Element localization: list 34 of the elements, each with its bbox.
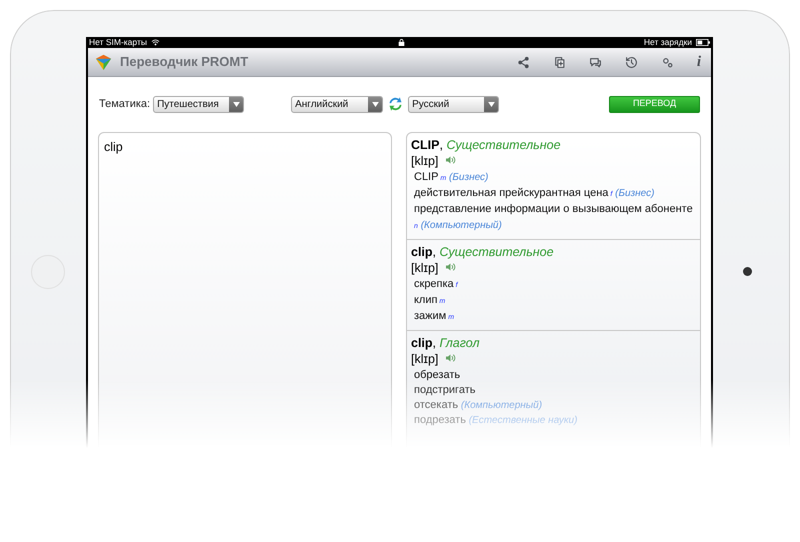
entry-heading: CLIP, Существительное [411, 137, 562, 153]
topic-label: Тематика: [99, 96, 150, 112]
caret-icon [232, 102, 240, 106]
history-icon[interactable] [624, 56, 638, 68]
swap-icon[interactable] [387, 94, 404, 114]
speaker-icon[interactable] [444, 260, 456, 272]
app-title: Переводчик PROMT [120, 53, 248, 72]
entry-heading: clip, Существительное [411, 244, 555, 260]
transcription: [klɪp] [411, 260, 438, 278]
translation-line: отсекать (Компьютерный) [413, 398, 544, 413]
translation-line: подстригать [413, 383, 476, 398]
chat-icon[interactable] [588, 56, 602, 68]
translation-line: подрезать (Естественные науки) [413, 413, 578, 428]
settings-icon[interactable] [660, 56, 674, 68]
caret-icon [488, 102, 495, 106]
transcription: [klɪp] [411, 351, 438, 368]
target-language-select[interactable]: Русский [408, 96, 500, 112]
info-button[interactable]: i [696, 54, 701, 70]
source-language-select[interactable]: Английский [291, 96, 384, 112]
lock-icon [398, 39, 406, 46]
battery-label: Нет зарядки [644, 36, 692, 49]
wifi-icon [150, 38, 160, 47]
battery-icon [696, 39, 710, 46]
carrier-label: Нет SIM-карты [89, 36, 147, 49]
transcription: [klɪp] [411, 153, 438, 170]
speaker-icon[interactable] [444, 352, 456, 364]
entry-heading: clip, Глагол [411, 335, 481, 351]
share-icon[interactable] [516, 56, 530, 68]
topic-select[interactable]: Путешествия [153, 96, 244, 112]
translation-line: обрезать [413, 368, 462, 383]
copy-icon[interactable] [552, 56, 566, 68]
caret-icon [372, 102, 379, 106]
app-logo [94, 52, 113, 72]
speaker-icon[interactable] [444, 154, 456, 166]
